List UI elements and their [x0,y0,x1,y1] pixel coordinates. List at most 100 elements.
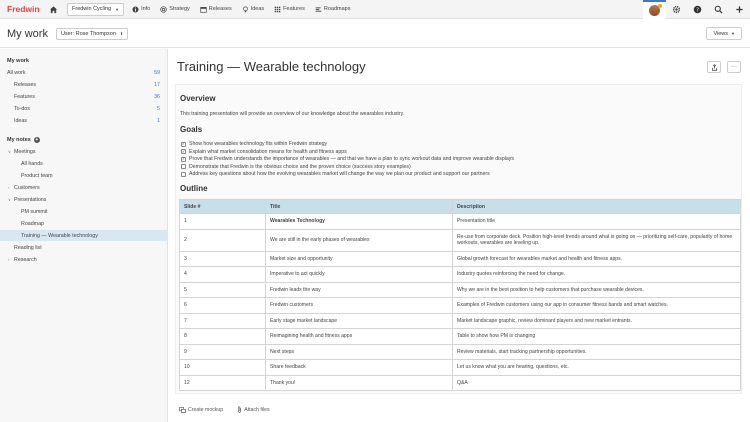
sidebar-item-all-work[interactable]: All work 59 [0,67,168,78]
slide-description: Why we are in the best position to help … [452,281,741,298]
slide-title: Share feedback [265,359,453,376]
sidebar-item-roadmap[interactable]: Roadmap [0,218,168,229]
goal-text: Show how wearables technology fits withi… [189,141,328,147]
views-button[interactable]: Views ▼ [706,27,742,40]
goal-checkbox-checked[interactable]: ✓ [181,149,186,154]
tab-info[interactable]: Info [127,0,155,19]
my-notes-heading: My notes + [7,137,40,143]
table-row[interactable]: 12 Thank you! Q&A [179,374,741,391]
svg-text:?: ? [696,7,699,13]
goal-checkbox-checked[interactable]: ✓ [181,156,186,162]
share-icon [711,63,717,71]
sidebar-item-label: Customers [14,184,40,191]
sidebar-item-todos[interactable]: To-dos 5 [0,103,168,114]
note-title[interactable]: Training — Wearable technology [177,59,366,74]
sidebar-item-presentations[interactable]: ∨ Presentations [0,194,168,205]
home-button[interactable] [46,0,61,19]
notification-dot [658,4,662,8]
sidebar-item-label: Ideas [14,117,27,124]
table-row[interactable]: 3 Market size and opportunity Global gro… [179,250,741,267]
table-row[interactable]: 4 Imperative to act quickly Industry quo… [179,266,741,283]
help-icon: ? [693,5,702,13]
sidebar-item-label: Releases [14,81,37,88]
slide-description: Global growth forecast for wearables mar… [452,250,741,267]
tab-releases[interactable]: Releases [195,0,237,19]
create-mockup-label: Create mockup [188,406,224,413]
settings-button[interactable] [666,0,687,19]
sidebar-item-label: Reading list [14,244,42,251]
user-select[interactable]: User: Rose Thompson ⬍ [55,27,129,40]
table-row[interactable]: 6 Fredwin customers Examples of Fredwin … [179,297,741,314]
tab-strategy[interactable]: Strategy [155,0,194,19]
note-body[interactable]: Overview This training presentation will… [175,84,742,394]
outline-table: Slide # Title Description 1 Wearables Te… [179,199,741,391]
sidebar-item-label: Research [14,256,37,263]
sidebar-item-ideas[interactable]: Ideas 1 [0,115,168,126]
sidebar-item-pm-summit[interactable]: PM summit [0,206,168,217]
chevron-down-icon[interactable]: ∨ [8,197,11,202]
add-note-icon[interactable]: + [33,137,40,143]
workspace-select[interactable]: Fredwin Cycling ▼ [67,2,125,16]
attach-files-link[interactable]: Attach files [237,406,270,413]
nav-tabs: Info Strategy Releases Ideas Features Ro… [127,0,355,19]
slide-number: 6 [179,297,266,314]
table-row[interactable]: 9 Next steps Review materials, start tra… [179,343,741,360]
tab-ideas-label: Ideas [250,6,265,12]
add-button[interactable] [729,0,750,19]
search-icon [714,5,723,14]
tab-ideas[interactable]: Ideas [237,0,269,19]
workspace-select-label: Fredwin Cycling [72,6,112,12]
user-avatar-button[interactable] [643,0,666,19]
sidebar-item-label: Features [14,93,35,100]
goal-item: ✓ Show how wearables technology fits wit… [181,141,327,147]
sidebar-item-label: All hands [21,160,43,167]
slide-number: 8 [179,328,266,345]
slide-title: Early stage market landscape [265,312,453,329]
slide-description: Presentation title [452,213,741,230]
goal-checkbox[interactable] [181,171,186,177]
sidebar-item-research[interactable]: › Research [0,254,168,265]
table-row[interactable]: 7 Early stage market landscape Market la… [179,312,741,329]
sidebar-item-reading-list[interactable]: Reading list [0,242,168,253]
tab-roadmaps[interactable]: Roadmaps [310,0,356,19]
sidebar-item-meetings[interactable]: ∨ Meetings [0,146,168,157]
table-row[interactable]: 8 Reimagining health and fitness apps Ta… [179,328,741,345]
caret-down-icon: ▼ [115,6,120,12]
home-icon [49,5,58,13]
slide-description: Q&A [452,374,741,391]
app-logo[interactable]: Fredwin [0,4,46,14]
help-button[interactable]: ? [687,0,708,19]
goal-checkbox[interactable] [181,164,186,169]
sidebar-item-all-hands[interactable]: All hands [0,158,168,169]
slide-number: 1 [179,213,266,230]
sidebar-item-customers[interactable]: › Customers [0,182,168,193]
chevron-right-icon[interactable]: › [8,257,9,262]
outline-heading: Outline [180,184,208,193]
lightbulb-icon [242,5,248,12]
chevron-down-icon[interactable]: ∨ [8,149,11,154]
info-icon [132,5,139,13]
table-row[interactable]: 1 Wearables Technology Presentation titl… [179,213,741,230]
search-button[interactable] [708,0,729,19]
table-row[interactable]: 2 We are still in the early phases of we… [179,228,741,252]
sidebar-item-label: PM summit [21,208,48,215]
sidebar-item-features[interactable]: Features 36 [0,91,168,102]
table-row[interactable]: 10 Share feedback Let us know what you a… [179,359,741,376]
sidebar-item-releases[interactable]: Releases 17 [0,79,168,90]
share-button[interactable] [707,61,721,73]
slide-title: Market size and opportunity [265,250,453,267]
create-mockup-link[interactable]: Create mockup [179,406,223,413]
chevron-right-icon[interactable]: › [8,185,9,190]
sidebar-item-product-team[interactable]: Product team [0,170,168,181]
tab-features[interactable]: Features [269,0,310,19]
sidebar-item-training[interactable]: Training — Wearable technology [0,230,168,241]
more-button[interactable]: ··· [727,61,741,73]
note-footer: Create mockup Attach files [179,406,270,413]
table-row[interactable]: 5 Fredwin leads the way Why we are in th… [179,281,741,298]
page-title: My work [7,27,48,40]
sidebar-item-label: Training — Wearable technology [21,232,98,239]
goal-text: Demonstrate that Fredwin is the obvious … [189,163,411,170]
goal-checkbox-checked[interactable]: ✓ [181,141,186,147]
mockup-icon [179,406,186,413]
sidebar: My work All work 59 Releases 17 Features… [0,49,168,422]
